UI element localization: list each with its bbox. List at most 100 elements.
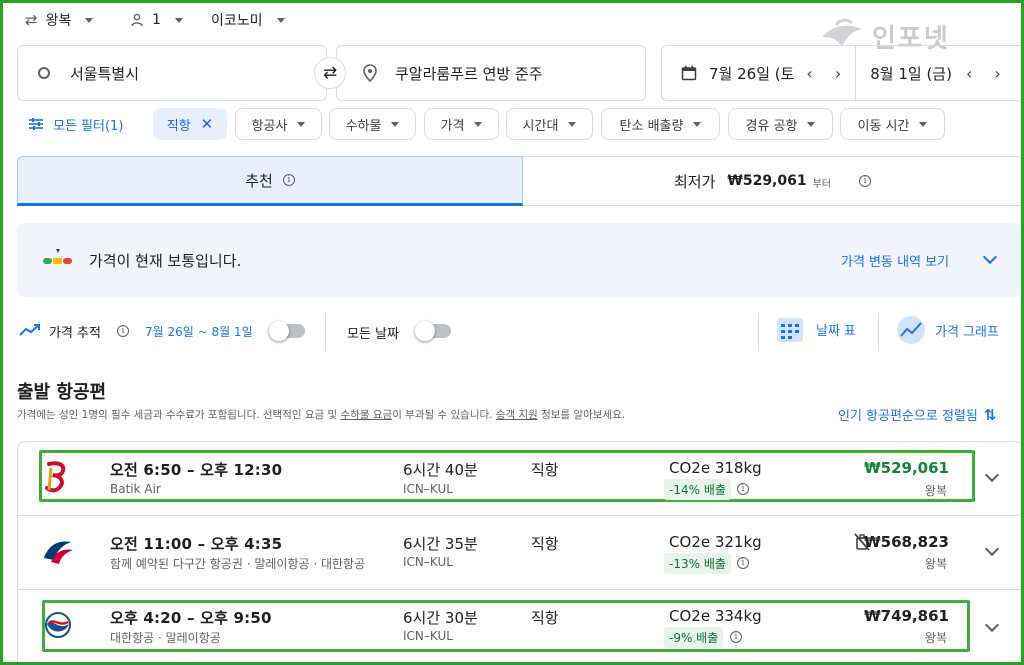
prev-return-date-icon[interactable]: ‹ xyxy=(966,64,972,83)
filter-chip-emissions[interactable]: 탄소 배출량 xyxy=(601,108,720,140)
all-filters-label: 모든 필터(1) xyxy=(53,118,124,134)
price-level-icon xyxy=(43,249,72,264)
chevron-down-icon xyxy=(174,17,183,23)
flight-row[interactable]: 오후 4:20 – 오후 9:50 대한항공 · 말레이항공 6시간 30분 I… xyxy=(17,589,1021,662)
next-return-date-icon[interactable]: › xyxy=(994,64,1000,83)
filter-chip-label: 경유 공항 xyxy=(745,118,798,134)
passengers-selector[interactable]: 1 xyxy=(130,9,183,31)
chevron-down-icon[interactable] xyxy=(984,617,1000,633)
filter-chip-label: 수하물 xyxy=(345,118,382,134)
filter-chip-duration[interactable]: 이동 시간 xyxy=(840,108,945,140)
flight-co2: CO2e 318kg xyxy=(669,459,762,477)
price-insight-panel[interactable]: 가격이 현재 보통입니다. 가격 변동 내역 보기 xyxy=(17,223,1021,297)
any-dates-toggle[interactable] xyxy=(415,321,451,341)
flight-duration: 6시간 30분 xyxy=(403,609,478,627)
flight-route: ICN–KUL xyxy=(403,629,453,643)
origin-value: 서울특별시 xyxy=(70,64,140,83)
info-icon[interactable]: i xyxy=(117,325,129,337)
passenger-count: 1 xyxy=(152,12,161,28)
flight-duration: 6시간 40분 xyxy=(403,461,478,479)
filter-chip-price[interactable]: 가격 xyxy=(424,108,499,140)
trip-type: 왕복 xyxy=(924,631,947,645)
flight-price: ₩568,823 xyxy=(864,533,949,551)
tab-recommended[interactable]: 추천 i xyxy=(17,156,523,206)
info-icon[interactable]: i xyxy=(730,631,742,643)
swap-arrows-icon: ⇄ xyxy=(322,63,338,83)
chevron-down-icon xyxy=(568,121,577,127)
filter-chip-label: 직항 xyxy=(166,118,191,134)
origin-field[interactable]: 서울특별시 xyxy=(17,45,327,101)
sort-arrows-icon: ⇅ xyxy=(983,405,997,424)
flight-duration: 6시간 35분 xyxy=(403,535,478,553)
return-date[interactable]: 8월 1일 (금) xyxy=(870,63,952,84)
flight-row[interactable]: 오전 11:00 – 오후 4:35 함께 예약된 다구간 항공권 · 말레이항… xyxy=(17,515,1021,589)
flight-price: ₩749,861 xyxy=(864,607,949,625)
all-filters-button[interactable]: 모든 필터(1) xyxy=(28,108,123,140)
filter-chip-label: 가격 xyxy=(440,118,465,134)
filter-chip-nonstop[interactable]: 직항 ✕ xyxy=(153,108,227,140)
chevron-down-icon[interactable] xyxy=(984,467,1000,483)
close-icon[interactable]: ✕ xyxy=(201,115,214,133)
price-insight-message: 가격이 현재 보통입니다. xyxy=(89,252,242,270)
sort-button[interactable]: 인기 항공편순으로 정렬됨 ⇅ xyxy=(838,405,997,425)
chevron-down-icon xyxy=(297,121,306,127)
depart-date[interactable]: 7월 26일 (토 xyxy=(709,63,794,84)
trip-type-selector[interactable]: ⇄ 왕복 xyxy=(25,9,94,31)
destination-field[interactable]: 쿠알라룸푸르 연방 준주 xyxy=(336,45,646,101)
track-dates-toggle[interactable] xyxy=(269,321,305,341)
chevron-down-icon xyxy=(474,121,483,127)
filter-chip-label: 탄소 배출량 xyxy=(619,118,684,134)
flight-stops: 직항 xyxy=(531,535,559,553)
chevron-down-icon xyxy=(276,17,285,23)
trend-icon xyxy=(19,324,40,336)
next-depart-date-icon[interactable]: › xyxy=(835,64,841,83)
info-icon[interactable]: i xyxy=(859,175,872,187)
flight-row[interactable]: 오전 6:50 – 오후 12:30 Batik Air 6시간 40분 ICN… xyxy=(17,441,1021,515)
flight-co2: CO2e 334kg xyxy=(669,607,762,625)
baggage-fees-link[interactable]: 수하물 요금 xyxy=(341,409,393,421)
info-icon[interactable]: i xyxy=(282,174,295,186)
origin-circle-icon xyxy=(38,67,50,79)
date-divider xyxy=(855,45,857,101)
date-grid-icon xyxy=(777,318,803,342)
co2-diff-badge: -13% 배출 xyxy=(664,553,731,574)
filter-chip-airline[interactable]: 항공사 xyxy=(235,108,322,140)
filter-chip-connecting-airports[interactable]: 경유 공항 xyxy=(728,108,833,140)
price-history-link[interactable]: 가격 변동 내역 보기 xyxy=(841,251,949,270)
tracking-dates: 7월 26일 ~ 8월 1일 xyxy=(145,325,253,339)
filter-chip-baggage[interactable]: 수하물 xyxy=(329,108,416,140)
flight-route: ICN–KUL xyxy=(403,555,453,569)
sort-label: 인기 항공편순으로 정렬됨 xyxy=(838,409,978,424)
date-grid-button[interactable]: 날짜 표 xyxy=(776,315,856,343)
trip-type: 왕복 xyxy=(924,557,947,571)
korean-air-logo-icon xyxy=(45,612,71,638)
flight-co2: CO2e 321kg xyxy=(669,533,762,551)
filter-chip-times[interactable]: 시간대 xyxy=(506,108,593,140)
flight-route: ICN–KUL xyxy=(403,482,453,496)
filter-chip-label: 항공사 xyxy=(251,118,288,134)
trip-type: 왕복 xyxy=(924,484,947,498)
flight-price: ₩529,061 xyxy=(864,459,949,477)
swap-locations-button[interactable]: ⇄ xyxy=(314,57,346,89)
tab-cheapest[interactable]: 최저가 ₩529,061 부터 i xyxy=(523,156,1021,206)
price-graph-button[interactable]: 가격 그래프 xyxy=(896,315,999,345)
flight-times: 오전 11:00 – 오후 4:35 xyxy=(110,535,283,553)
calendar-icon xyxy=(681,65,697,81)
chevron-down-icon[interactable] xyxy=(984,541,1000,557)
date-field[interactable]: 7월 26일 (토 ‹ › 8월 1일 (금) ‹ › xyxy=(661,45,1021,101)
trip-type-label: 왕복 xyxy=(45,13,72,29)
notice-text: 가격에는 성인 1명의 필수 세금과 수수료가 포함됩니다. 선택적인 요금 및 xyxy=(17,409,341,421)
info-icon[interactable]: i xyxy=(737,557,749,569)
cabin-class-selector[interactable]: 이코노미 xyxy=(211,9,285,31)
filter-chip-label: 이동 시간 xyxy=(857,118,910,134)
airline-name: Batik Air xyxy=(110,482,161,496)
chevron-down-icon[interactable] xyxy=(982,249,998,265)
filter-chip-label: 시간대 xyxy=(522,118,559,134)
passenger-assistance-link[interactable]: 승객 지원 xyxy=(496,409,538,421)
co2-diff-badge: -9% 배출 xyxy=(664,627,724,648)
notice-text: 이 부과될 수 있습니다. xyxy=(392,409,496,421)
prev-depart-date-icon[interactable]: ‹ xyxy=(806,64,812,83)
divider xyxy=(878,313,879,351)
info-icon[interactable]: i xyxy=(737,483,749,495)
tab-cheapest-suffix: 부터 xyxy=(812,179,832,190)
